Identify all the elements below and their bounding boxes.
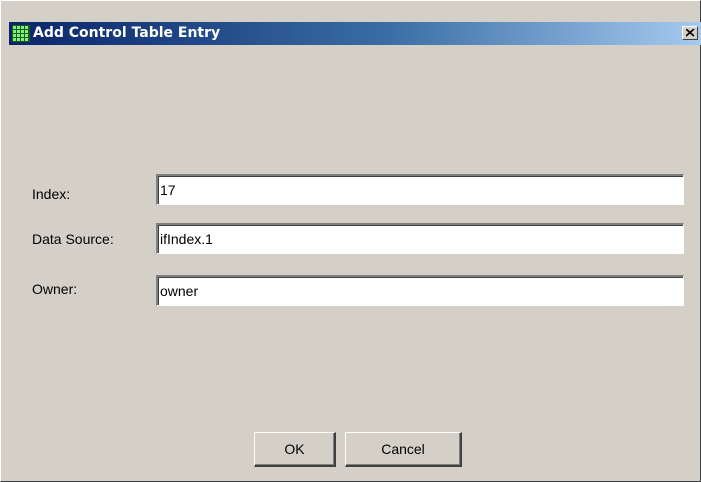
cancel-button[interactable]: Cancel xyxy=(345,432,462,467)
index-field[interactable] xyxy=(156,174,684,205)
dialog-window: Add Control Table Entry Index: Data Sour… xyxy=(0,0,701,482)
data-source-field[interactable] xyxy=(156,223,684,254)
ok-button[interactable]: OK xyxy=(254,432,336,467)
title-bar[interactable]: Add Control Table Entry xyxy=(9,22,701,45)
grid-icon xyxy=(12,25,30,42)
close-button[interactable] xyxy=(682,26,698,40)
owner-label: Owner: xyxy=(32,281,78,297)
data-source-label: Data Source: xyxy=(32,231,114,247)
window-title: Add Control Table Entry xyxy=(33,25,221,41)
index-label: Index: xyxy=(32,186,71,202)
owner-field[interactable] xyxy=(156,275,684,306)
